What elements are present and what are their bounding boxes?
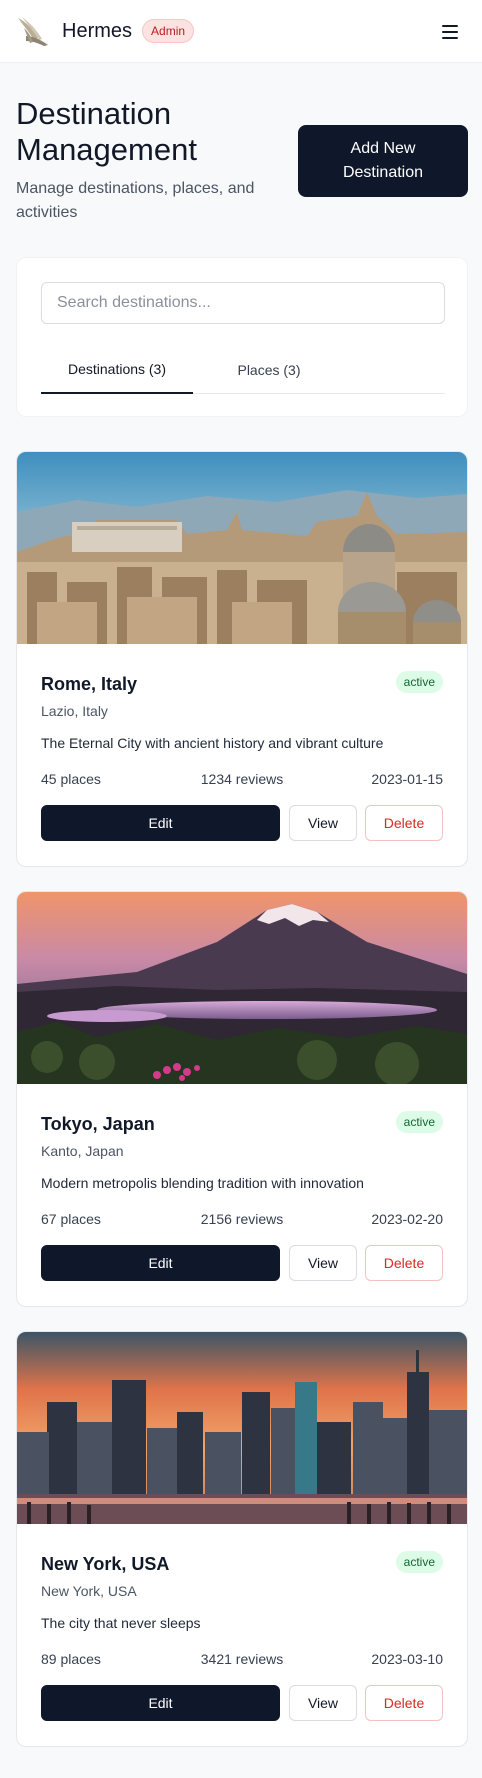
menu-line <box>442 37 458 39</box>
destination-stats: 67 places 2156 reviews 2023-02-20 <box>41 1211 443 1231</box>
view-button[interactable]: View <box>289 1245 357 1281</box>
page-title: Destination Management <box>16 96 197 167</box>
status-badge: active <box>395 1551 443 1573</box>
mount-fuji-photo <box>17 892 467 1084</box>
search-input[interactable] <box>41 282 445 324</box>
manhattan-skyline-photo <box>17 1332 467 1524</box>
tab-places[interactable]: Places (3) <box>193 346 345 394</box>
tab-destinations[interactable]: Destinations (3) <box>41 346 193 394</box>
status-badge: active <box>395 671 443 693</box>
destination-name[interactable]: New York, USA <box>41 1554 169 1575</box>
destination-card: Tokyo, Japan active Kanto, Japan Modern … <box>16 891 468 1307</box>
destination-region: Lazio, Italy <box>41 703 108 719</box>
destination-description: The Eternal City with ancient history an… <box>41 735 384 751</box>
rome-skyline-photo <box>17 452 467 644</box>
created-date: 2023-02-20 <box>371 1211 443 1227</box>
admin-role-badge: Admin <box>142 19 195 43</box>
edit-button[interactable]: Edit <box>41 1245 280 1281</box>
delete-button[interactable]: Delete <box>365 1245 443 1281</box>
status-badge: active <box>395 1111 443 1133</box>
edit-button[interactable]: Edit <box>41 805 280 841</box>
hamburger-menu-icon[interactable] <box>438 20 462 44</box>
menu-line <box>442 25 458 27</box>
top-navbar: Hermes Admin <box>0 0 482 63</box>
destination-name[interactable]: Tokyo, Japan <box>41 1114 155 1135</box>
winged-logo-icon[interactable] <box>16 14 50 48</box>
view-button[interactable]: View <box>289 805 357 841</box>
view-button[interactable]: View <box>289 1685 357 1721</box>
destination-description: Modern metropolis blending tradition wit… <box>41 1175 364 1191</box>
destination-region: Kanto, Japan <box>41 1143 124 1159</box>
tab-bar: Destinations (3) Places (3) <box>41 346 445 394</box>
destination-description: The city that never sleeps <box>41 1615 201 1631</box>
created-date: 2023-01-15 <box>371 771 443 787</box>
edit-button[interactable]: Edit <box>41 1685 280 1721</box>
destination-region: New York, USA <box>41 1583 137 1599</box>
brand-name[interactable]: Hermes <box>62 20 132 43</box>
menu-line <box>442 31 458 33</box>
destination-name[interactable]: Rome, Italy <box>41 674 137 695</box>
destination-stats: 89 places 3421 reviews 2023-03-10 <box>41 1651 443 1671</box>
destination-card: New York, USA active New York, USA The c… <box>16 1331 468 1747</box>
destination-card: Rome, Italy active Lazio, Italy The Eter… <box>16 451 468 867</box>
page-subtitle: Manage destinations, places, and activit… <box>16 180 255 221</box>
add-destination-button[interactable]: Add New Destination <box>298 125 468 197</box>
destination-stats: 45 places 1234 reviews 2023-01-15 <box>41 771 443 791</box>
filter-panel: Destinations (3) Places (3) <box>16 257 468 417</box>
created-date: 2023-03-10 <box>371 1651 443 1667</box>
delete-button[interactable]: Delete <box>365 1685 443 1721</box>
delete-button[interactable]: Delete <box>365 805 443 841</box>
